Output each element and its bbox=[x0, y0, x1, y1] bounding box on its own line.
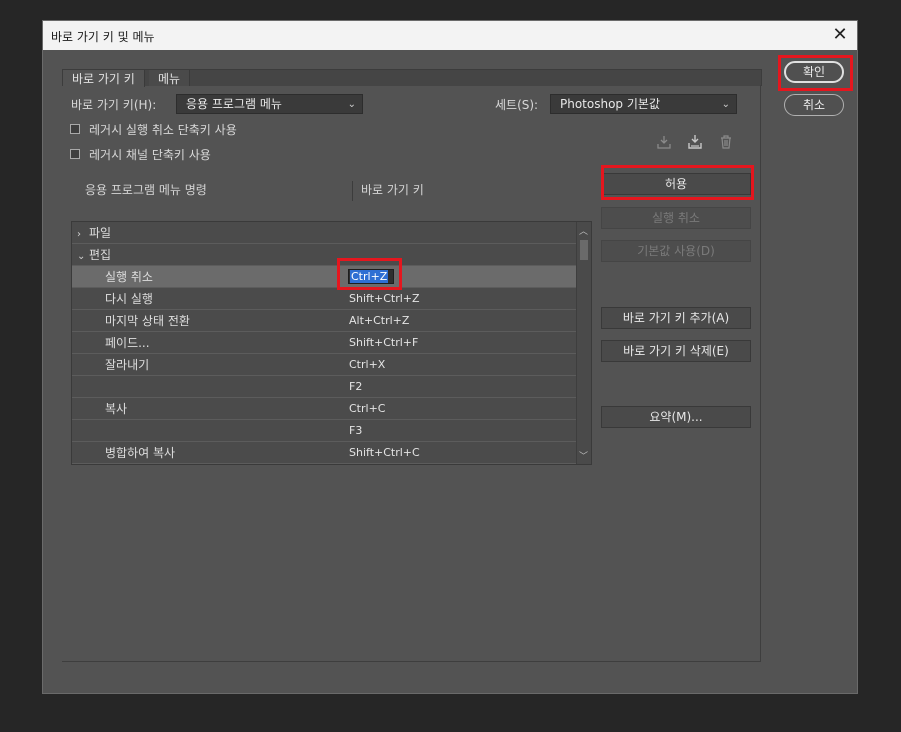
shortcut-value[interactable]: F2 bbox=[349, 376, 362, 398]
shortcut-value[interactable]: Shift+Ctrl+C bbox=[349, 442, 420, 464]
table-row[interactable]: 잘라내기 Ctrl+X bbox=[72, 354, 577, 376]
group-name: 편집 bbox=[89, 248, 112, 262]
command-column-header: 응용 프로그램 메뉴 명령 bbox=[85, 183, 207, 197]
window-title: 바로 가기 키 및 메뉴 bbox=[51, 30, 155, 44]
save-set-as-icon[interactable] bbox=[686, 134, 704, 152]
tab-strip: 바로 가기 키 메뉴 bbox=[62, 69, 762, 87]
add-shortcut-button[interactable]: 바로 가기 키 추가(A) bbox=[601, 307, 751, 329]
shortcuts-for-value: 응용 프로그램 메뉴 bbox=[186, 97, 282, 111]
legacy-channel-label: 레거시 채널 단축키 사용 bbox=[89, 148, 211, 162]
cancel-button[interactable]: 취소 bbox=[784, 94, 844, 116]
shortcut-value[interactable]: Ctrl+C bbox=[349, 398, 385, 420]
set-select[interactable]: Photoshop 기본값 ⌄ bbox=[550, 94, 737, 114]
dialog-window: 바로 가기 키 및 메뉴 ✕ 바로 가기 키 메뉴 바로 가기 키(H): 응용… bbox=[42, 20, 858, 694]
use-default-button[interactable]: 기본값 사용(D) bbox=[601, 240, 751, 262]
shortcuts-for-select[interactable]: 응용 프로그램 메뉴 ⌄ bbox=[176, 94, 363, 114]
table-row[interactable]: 다시 실행 Shift+Ctrl+Z bbox=[72, 288, 577, 310]
command-name: 다시 실행 bbox=[105, 292, 153, 306]
ok-button[interactable]: 확인 bbox=[784, 61, 844, 83]
set-label: 세트(S): bbox=[495, 98, 539, 112]
command-name: 잘라내기 bbox=[105, 358, 150, 372]
menu-group-row[interactable]: › 파일 bbox=[72, 222, 577, 244]
tab-menus[interactable]: 메뉴 bbox=[149, 70, 191, 86]
command-name: 실행 취소 bbox=[105, 270, 153, 284]
table-row[interactable]: 마지막 상태 전환 Alt+Ctrl+Z bbox=[72, 310, 577, 332]
shortcut-list[interactable]: › 파일 ⌄ 편집 실행 취소 Ctrl+Z 다시 실행 Shift+Ctrl+Z … bbox=[71, 221, 592, 465]
trash-icon[interactable] bbox=[717, 134, 735, 152]
table-row[interactable]: 복사 Ctrl+C bbox=[72, 398, 577, 420]
shortcut-value[interactable]: Alt+Ctrl+Z bbox=[349, 310, 409, 332]
delete-shortcut-button[interactable]: 바로 가기 키 삭제(E) bbox=[601, 340, 751, 362]
shortcut-value[interactable]: Shift+Ctrl+F bbox=[349, 332, 418, 354]
legacy-undo-checkbox[interactable] bbox=[70, 124, 80, 134]
chevron-right-icon: › bbox=[77, 229, 81, 240]
command-name: 페이드... bbox=[105, 336, 150, 350]
shortcut-value: Ctrl+Z bbox=[350, 270, 389, 283]
scrollbar-thumb[interactable] bbox=[580, 240, 588, 260]
chevron-down-icon: ⌄ bbox=[347, 99, 356, 110]
column-divider bbox=[352, 181, 353, 201]
shortcut-edit-field[interactable]: Ctrl+Z bbox=[348, 269, 394, 284]
chevron-down-icon: ⌄ bbox=[77, 251, 86, 262]
shortcut-value[interactable]: Shift+Ctrl+Z bbox=[349, 288, 420, 310]
command-name: 복사 bbox=[105, 402, 128, 416]
chevron-down-icon[interactable]: ﹀ bbox=[579, 449, 588, 462]
command-name: 마지막 상태 전환 bbox=[105, 314, 190, 328]
command-name: 병합하여 복사 bbox=[105, 446, 176, 460]
table-row[interactable]: 실행 취소 Ctrl+Z bbox=[72, 266, 577, 288]
accept-button[interactable]: 허용 bbox=[601, 173, 751, 195]
shortcut-value[interactable]: Ctrl+X bbox=[349, 354, 385, 376]
shortcuts-for-label: 바로 가기 키(H): bbox=[71, 98, 157, 112]
undo-button[interactable]: 실행 취소 bbox=[601, 207, 751, 229]
shortcut-column-header: 바로 가기 키 bbox=[361, 183, 424, 197]
chevron-up-icon[interactable]: ︿ bbox=[579, 224, 588, 237]
save-set-icon[interactable] bbox=[655, 134, 673, 152]
title-bar: 바로 가기 키 및 메뉴 ✕ bbox=[43, 21, 857, 50]
legacy-undo-label: 레거시 실행 취소 단축키 사용 bbox=[89, 123, 237, 137]
menu-group-row[interactable]: ⌄ 편집 bbox=[72, 244, 577, 266]
table-row[interactable]: F3 bbox=[72, 420, 577, 442]
shortcut-value[interactable]: F3 bbox=[349, 420, 362, 442]
summarize-button[interactable]: 요약(M)... bbox=[601, 406, 751, 428]
set-value: Photoshop 기본값 bbox=[560, 97, 660, 111]
table-row[interactable]: 병합하여 복사 Shift+Ctrl+C bbox=[72, 442, 577, 464]
close-icon[interactable]: ✕ bbox=[829, 24, 851, 46]
table-row[interactable]: 페이드... Shift+Ctrl+F bbox=[72, 332, 577, 354]
chevron-down-icon: ⌄ bbox=[721, 99, 730, 110]
group-name: 파일 bbox=[89, 226, 112, 240]
legacy-channel-checkbox[interactable] bbox=[70, 149, 80, 159]
table-row[interactable]: F2 bbox=[72, 376, 577, 398]
list-scrollbar[interactable]: ︿ ﹀ bbox=[576, 222, 591, 464]
